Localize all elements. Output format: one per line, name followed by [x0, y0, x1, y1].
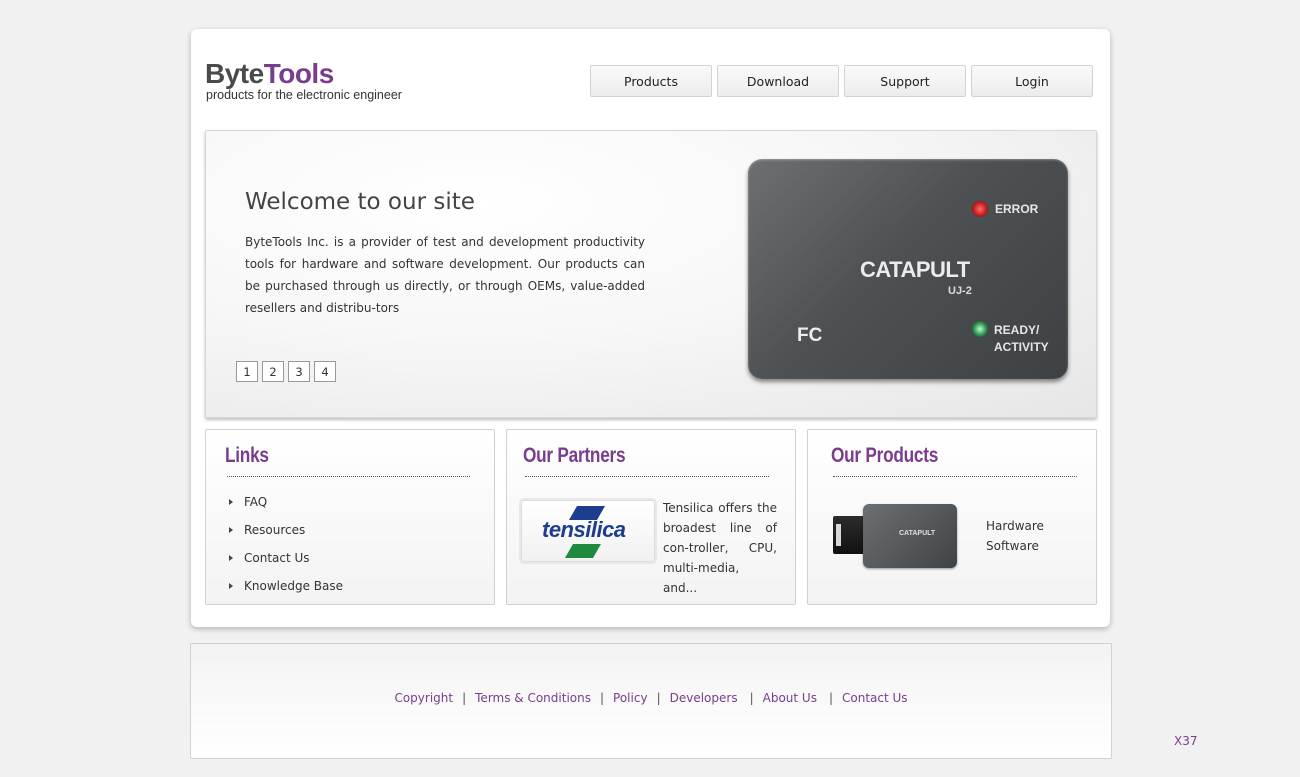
- products-panel: Our Products CATAPULT Hardware Software: [807, 429, 1097, 605]
- footer-separator: |: [656, 691, 661, 705]
- link-knowledge-base[interactable]: Knowledge Base: [228, 572, 343, 600]
- footer-link-contact-us[interactable]: Contact Us: [842, 691, 908, 705]
- thumb-device-name: CATAPULT: [899, 530, 936, 537]
- arrow-right-icon: [229, 527, 233, 533]
- nav-login-button[interactable]: Login: [971, 65, 1093, 97]
- link-label: Resources: [244, 523, 306, 537]
- logo-word-tools: Tools: [263, 58, 335, 89]
- products-panel-divider: [833, 476, 1077, 477]
- tensilica-logo[interactable]: tensilica: [521, 500, 655, 562]
- arrow-right-icon: [229, 555, 233, 561]
- logo-wordmark: ByteTools: [205, 58, 402, 90]
- pager-button-4[interactable]: 4: [314, 361, 336, 382]
- products-panel-title: Our Products: [831, 444, 939, 467]
- link-faq[interactable]: FAQ: [228, 488, 343, 516]
- logo-tagline: products for the electronic engineer: [206, 88, 402, 102]
- partners-panel-title: Our Partners: [523, 444, 626, 467]
- products-list: Hardware Software: [986, 516, 1044, 556]
- site-logo[interactable]: ByteTools products for the electronic en…: [205, 58, 402, 102]
- error-led-icon: [972, 201, 988, 217]
- footer-separator: |: [599, 691, 605, 705]
- nav-products-button[interactable]: Products: [590, 65, 712, 97]
- product-link-software[interactable]: Software: [986, 536, 1044, 556]
- nav-download-button[interactable]: Download: [717, 65, 839, 97]
- device-model: UJ-2: [948, 285, 972, 297]
- links-panel-divider: [227, 476, 470, 477]
- thumb-device: CATAPULT: [863, 504, 957, 568]
- links-list: FAQ Resources Contact Us Knowledge Base: [228, 488, 343, 600]
- pager-button-3[interactable]: 3: [288, 361, 310, 382]
- footer-link-developers[interactable]: Developers: [670, 691, 738, 705]
- footer-separator: |: [749, 691, 754, 705]
- footer-link-about-us[interactable]: About Us: [763, 691, 817, 705]
- device-error-label: ERROR: [995, 202, 1039, 216]
- device-ready-label: READY/: [994, 323, 1040, 337]
- thumb-cable: [833, 516, 867, 554]
- hero-banner: Welcome to our site ByteTools Inc. is a …: [205, 130, 1097, 418]
- partners-panel: Our Partners tensilica Tensilica offers …: [506, 429, 796, 605]
- footer: Copyright | Terms & Conditions | Policy …: [190, 643, 1112, 759]
- link-resources[interactable]: Resources: [228, 516, 343, 544]
- footer-separator: |: [828, 691, 833, 705]
- product-thumbnail[interactable]: CATAPULT: [833, 502, 959, 570]
- hero-title: Welcome to our site: [245, 189, 475, 215]
- slide-pager: 1 2 3 4: [236, 361, 336, 382]
- main-nav: Products Download Support Login: [590, 65, 1093, 97]
- links-panel-title: Links: [225, 444, 269, 467]
- arrow-right-icon: [229, 499, 233, 505]
- partners-panel-divider: [525, 476, 769, 477]
- footer-separator: |: [462, 691, 467, 705]
- hero-product-image: ERROR CATAPULT UJ-2 READY/ ACTIVITY FC: [748, 159, 1068, 379]
- links-panel: Links FAQ Resources Contact Us Knowledge…: [205, 429, 495, 605]
- device-name: CATAPULT: [860, 257, 970, 282]
- tensilica-logo-text: tensilica: [542, 517, 626, 542]
- link-label: Contact Us: [244, 551, 310, 565]
- ready-led-icon: [972, 321, 988, 337]
- partner-description: Tensilica offers the broadest line of co…: [663, 501, 777, 595]
- arrow-right-icon: [229, 583, 233, 589]
- page-container: ByteTools products for the electronic en…: [191, 29, 1110, 627]
- link-contact-us[interactable]: Contact Us: [228, 544, 343, 572]
- pager-button-1[interactable]: 1: [236, 361, 258, 382]
- footer-link-copyright[interactable]: Copyright: [394, 691, 453, 705]
- fc-logo: FC: [797, 325, 823, 346]
- nav-support-button[interactable]: Support: [844, 65, 966, 97]
- footer-links: Copyright | Terms & Conditions | Policy …: [191, 691, 1111, 705]
- link-label: Knowledge Base: [244, 579, 343, 593]
- link-label: FAQ: [244, 495, 268, 509]
- pager-button-2[interactable]: 2: [262, 361, 284, 382]
- footer-link-policy[interactable]: Policy: [613, 691, 648, 705]
- hero-text: ByteTools Inc. is a provider of test and…: [245, 235, 645, 315]
- footer-link-terms[interactable]: Terms & Conditions: [475, 691, 591, 705]
- product-link-hardware[interactable]: Hardware: [986, 516, 1044, 536]
- device-activity-label: ACTIVITY: [994, 340, 1049, 354]
- page-code: X37: [1174, 734, 1198, 748]
- logo-word-byte: Byte: [205, 58, 264, 89]
